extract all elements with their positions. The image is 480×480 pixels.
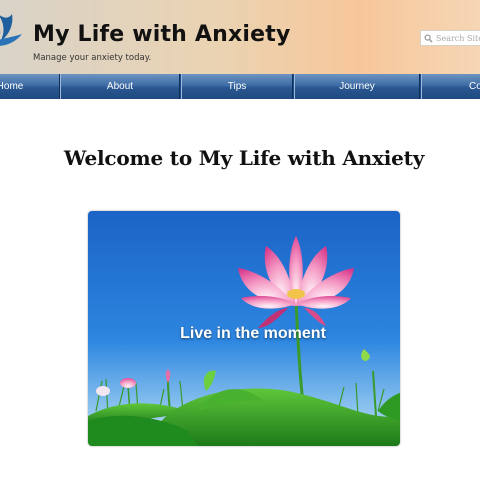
nav-item-about[interactable]: About	[60, 74, 180, 99]
hero-banner: Live in the moment	[88, 211, 400, 446]
nav-item-tips[interactable]: Tips	[181, 74, 293, 99]
site-header: My Life with Anxiety Manage your anxiety…	[0, 0, 480, 74]
search-input[interactable]	[436, 32, 480, 44]
nav-item-contact[interactable]: Contact	[421, 74, 480, 99]
site-tagline: Manage your anxiety today.	[33, 53, 152, 63]
page-title: Welcome to My Life with Anxiety	[63, 146, 425, 170]
hero-caption: Live in the moment	[180, 325, 326, 342]
nav-item-home[interactable]: Home	[0, 74, 60, 99]
search-box[interactable]	[420, 30, 480, 46]
main-nav: Home About Tips Journey Contact	[0, 74, 480, 99]
nav-item-journey[interactable]: Journey	[294, 74, 420, 99]
search-icon	[424, 33, 433, 43]
lotus-logo-icon[interactable]	[0, 6, 24, 54]
site-title[interactable]: My Life with Anxiety	[33, 22, 291, 47]
